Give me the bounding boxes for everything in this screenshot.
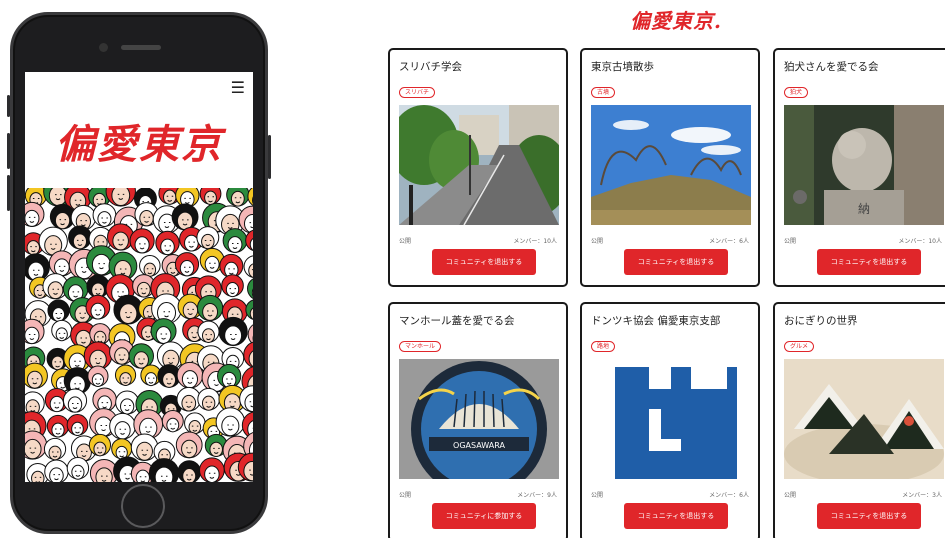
leave-community-button[interactable]: コミュニティを退出する	[817, 249, 921, 275]
community-title[interactable]: 東京古墳散歩	[591, 59, 654, 74]
leave-community-button[interactable]: コミュニティを退出する	[432, 249, 536, 275]
visibility-label: 公開	[784, 492, 797, 499]
crowd-illustration	[25, 188, 253, 482]
power-button	[268, 135, 271, 179]
community-card[interactable]: おにぎりの世界 グルメ 公開 メンバー：3人 コミュニティを退出する	[773, 302, 945, 538]
community-title[interactable]: おにぎりの世界	[784, 313, 858, 328]
visibility-label: 公開	[591, 238, 604, 245]
onigiri-photo	[784, 359, 944, 479]
site-logo[interactable]: 偏愛東京.	[630, 5, 722, 34]
slope-street-photo	[399, 105, 559, 225]
community-card[interactable]: マンホール蓋を愛でる会 マンホール OGASAWARA 公開 メンバー：9人 コ…	[388, 302, 568, 538]
home-button[interactable]	[121, 484, 165, 528]
community-title[interactable]: スリバチ学会	[399, 59, 462, 74]
dontsuki-logo-image	[591, 359, 751, 479]
front-camera	[99, 43, 108, 52]
mobile-logo: 偏愛東京	[55, 121, 223, 168]
community-title[interactable]: マンホール蓋を愛でる会	[399, 313, 515, 328]
hamburger-icon[interactable]: ☰	[231, 80, 245, 96]
community-card[interactable]: スリバチ学会 スリバチ 公開 メンバー：10人 コミュニティを退出する	[388, 48, 568, 287]
community-tag[interactable]: グルメ	[784, 341, 815, 352]
join-community-button[interactable]: コミュニティに参加する	[432, 503, 536, 529]
kofun-mound-photo	[591, 105, 751, 225]
community-tag[interactable]: 路地	[591, 341, 616, 352]
community-tag[interactable]: マンホール	[399, 341, 442, 352]
volume-down-button	[7, 175, 10, 211]
komainu-statue-photo: 納	[784, 105, 944, 225]
member-count: メンバー：10人	[513, 238, 557, 245]
community-card[interactable]: 狛犬さんを愛でる会 狛犬 納 公開 メンバー：10人 コミュニティを退出する	[773, 48, 945, 287]
community-title[interactable]: ドンツキ協会 偏愛東京支部	[591, 313, 720, 328]
community-card[interactable]: 東京古墳散歩 古墳 公開 メンバー：6人 コミュニティを退出する	[580, 48, 760, 287]
community-card[interactable]: ドンツキ協会 偏愛東京支部 路地 公開 メンバー：6人 コミュニティを退出する	[580, 302, 760, 538]
phone-mockup: ☰ 偏愛東京	[7, 12, 271, 534]
member-count: メンバー：9人	[517, 492, 557, 499]
earpiece-speaker	[121, 45, 161, 50]
community-title[interactable]: 狛犬さんを愛でる会	[784, 59, 879, 74]
visibility-label: 公開	[399, 238, 412, 245]
manhole-cover-photo: OGASAWARA	[399, 359, 559, 479]
visibility-label: 公開	[784, 238, 797, 245]
leave-community-button[interactable]: コミュニティを退出する	[624, 503, 728, 529]
community-tag[interactable]: スリバチ	[399, 87, 436, 98]
visibility-label: 公開	[399, 492, 412, 499]
leave-community-button[interactable]: コミュニティを退出する	[817, 503, 921, 529]
member-count: メンバー：3人	[902, 492, 942, 499]
volume-up-button	[7, 133, 10, 169]
community-tag[interactable]: 古墳	[591, 87, 616, 98]
phone-screen: ☰ 偏愛東京	[25, 72, 253, 482]
svg-text:納: 納	[858, 202, 870, 216]
community-tag[interactable]: 狛犬	[784, 87, 809, 98]
mute-switch	[7, 95, 10, 117]
visibility-label: 公開	[591, 492, 604, 499]
member-count: メンバー：10人	[898, 238, 942, 245]
leave-community-button[interactable]: コミュニティを退出する	[624, 249, 728, 275]
svg-text:OGASAWARA: OGASAWARA	[453, 441, 505, 450]
member-count: メンバー：6人	[709, 238, 749, 245]
member-count: メンバー：6人	[709, 492, 749, 499]
